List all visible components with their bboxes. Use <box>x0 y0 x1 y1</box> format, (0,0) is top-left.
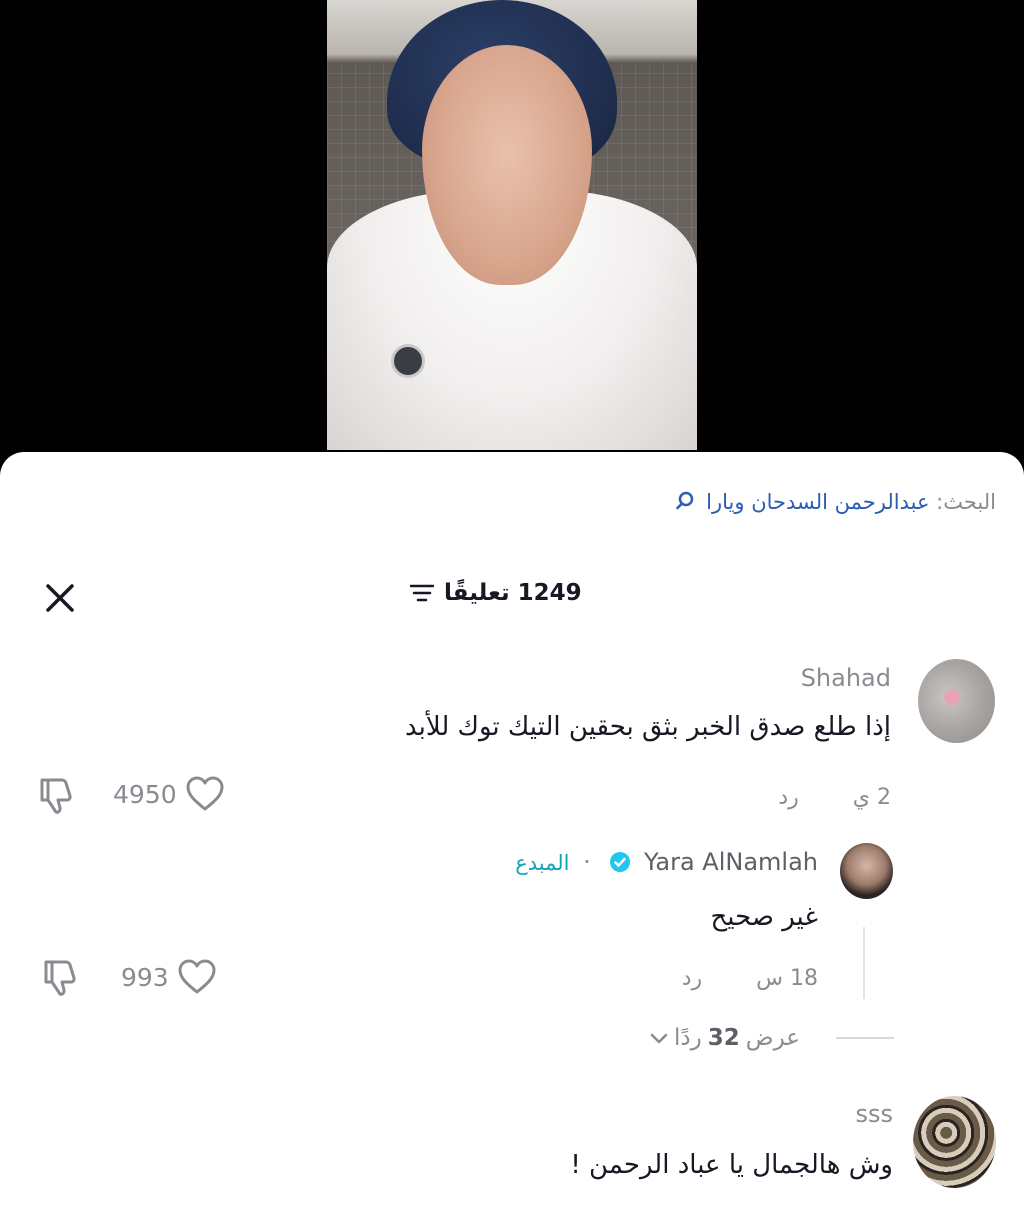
reply-header: Yara AlNamlah · المبدع <box>515 848 818 876</box>
thread-line <box>863 927 865 999</box>
search-query[interactable]: عبدالرحمن السدحان ويارا <box>706 490 929 514</box>
comment-count: 1249 تعليقًا <box>444 580 582 606</box>
dislike-icon[interactable] <box>36 776 76 816</box>
like-count: 993 <box>121 962 169 992</box>
filter-icon[interactable] <box>409 583 435 603</box>
comment-text: غير صحيح <box>710 902 818 932</box>
search-label: البحث: <box>936 490 996 514</box>
reply-button[interactable]: رد <box>682 966 702 991</box>
comment-username[interactable]: sss <box>855 1100 893 1128</box>
verified-icon <box>610 850 631 872</box>
like-button[interactable]: 4950 <box>113 776 225 812</box>
close-icon[interactable] <box>44 582 76 614</box>
comment-username[interactable]: Yara AlNamlah <box>644 848 818 876</box>
dislike-icon[interactable] <box>40 958 80 998</box>
video-frame[interactable] <box>327 0 697 450</box>
avatar[interactable] <box>918 659 995 743</box>
avatar[interactable] <box>913 1096 996 1188</box>
comments-header: 1249 تعليقًا <box>409 580 582 606</box>
avatar[interactable] <box>840 843 893 899</box>
heart-icon <box>178 959 216 994</box>
face-shape <box>422 45 592 285</box>
search-suggestion[interactable]: البحث: عبدالرحمن السدحان ويارا <box>675 490 996 516</box>
view-replies-button[interactable]: عرض 32 ردًا <box>650 1025 800 1051</box>
chevron-down-icon <box>650 1025 668 1051</box>
comment-meta: 18 س رد <box>682 966 818 991</box>
comments-sheet <box>0 452 1024 1212</box>
view-replies-divider <box>836 1037 894 1039</box>
comment-text: وش هالجمال يا عباد الرحمن ! <box>570 1150 893 1180</box>
comment-text: إذا طلع صدق الخبر بثق بحقين التيك توك لل… <box>404 712 891 742</box>
like-button[interactable]: 993 <box>121 959 217 995</box>
comment-username[interactable]: Shahad <box>801 664 891 692</box>
comment-time: 18 س <box>756 966 818 991</box>
creator-badge: المبدع <box>515 851 570 875</box>
comment-meta: 2 ي رد <box>778 785 891 810</box>
heart-icon <box>186 776 224 811</box>
view-replies-suffix: ردًا <box>674 1025 702 1051</box>
reply-button[interactable]: رد <box>778 785 798 810</box>
pin-badge <box>391 344 425 378</box>
view-replies-count: 32 <box>707 1025 740 1051</box>
view-replies-prefix: عرض <box>745 1025 800 1051</box>
separator-dot: · <box>583 848 591 876</box>
search-icon <box>675 491 695 516</box>
comment-time: 2 ي <box>852 785 891 810</box>
like-count: 4950 <box>113 779 177 809</box>
